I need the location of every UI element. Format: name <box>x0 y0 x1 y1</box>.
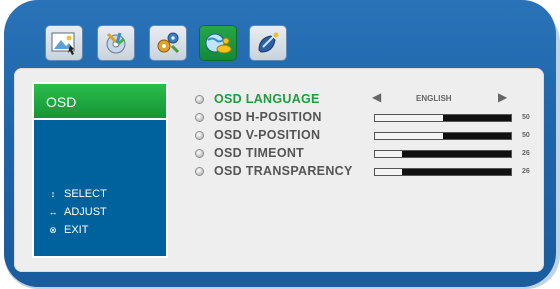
menu-item-osd-timeout[interactable]: OSD TIMEONT <box>196 145 304 161</box>
menu-item-label: OSD TRANSPARENCY <box>214 164 353 178</box>
menu-item-osd-transparency[interactable]: OSD TRANSPARENCY <box>196 163 353 179</box>
help-select: ↕ SELECT <box>48 188 107 200</box>
slider-fill <box>375 169 403 175</box>
menu-item-osd-v-position[interactable]: OSD V-POSITION <box>196 127 320 143</box>
slider-fill <box>375 151 403 157</box>
menu-item-osd-language[interactable]: OSD LANGUAGE <box>196 91 320 107</box>
color-icon <box>106 32 126 54</box>
picture-menu-button[interactable] <box>46 26 82 60</box>
transparency-slider[interactable] <box>374 168 512 176</box>
right-arrow-icon[interactable]: ▶ <box>498 90 507 104</box>
bullet-icon <box>196 131 203 139</box>
bullet-icon <box>196 167 203 175</box>
bullet-icon <box>196 95 203 103</box>
utility-icon <box>258 32 279 53</box>
exit-icon: ⊗ <box>49 224 57 235</box>
osd-icon <box>205 33 232 54</box>
slider-value: 50 <box>522 132 530 139</box>
help-exit: ⊗ EXIT <box>48 224 88 236</box>
picture-icon <box>51 32 75 55</box>
slider-fill <box>375 133 443 139</box>
utility-menu-button[interactable] <box>250 26 286 60</box>
slider-value: 26 <box>522 150 530 157</box>
left-arrow-icon[interactable]: ◀ <box>372 90 381 104</box>
menu-item-label: OSD V-POSITION <box>214 128 321 142</box>
setup-menu-button[interactable] <box>150 26 186 60</box>
bullet-icon <box>196 149 203 157</box>
slider-value: 50 <box>522 114 530 121</box>
setup-icon <box>157 32 180 54</box>
h-position-slider[interactable] <box>374 114 512 122</box>
help-adjust-label: ADJUST <box>64 206 107 218</box>
language-value: ENGLISH <box>416 94 452 103</box>
color-menu-button[interactable] <box>98 26 134 60</box>
help-exit-label: EXIT <box>64 224 89 236</box>
slider-value: 26 <box>522 168 530 175</box>
menu-item-label: OSD TIMEONT <box>214 146 305 160</box>
menu-item-osd-h-position[interactable]: OSD H-POSITION <box>196 109 322 125</box>
left-right-arrows-icon: ↔ <box>48 207 58 217</box>
bullet-icon <box>196 113 203 121</box>
help-select-label: SELECT <box>64 188 107 200</box>
menu-item-label: OSD LANGUAGE <box>214 92 320 106</box>
osd-menu-button[interactable] <box>200 26 236 60</box>
up-down-arrows-icon: ↕ <box>50 189 56 199</box>
menu-item-label: OSD H-POSITION <box>214 110 322 124</box>
timeout-slider[interactable] <box>374 150 512 158</box>
sidebar: OSD ↕ SELECT ↔ ADJUST ⊗ EXIT <box>32 82 168 258</box>
slider-fill <box>375 115 443 121</box>
sidebar-title: OSD <box>34 84 166 120</box>
v-position-slider[interactable] <box>374 132 512 140</box>
help-adjust: ↔ ADJUST <box>48 206 107 218</box>
